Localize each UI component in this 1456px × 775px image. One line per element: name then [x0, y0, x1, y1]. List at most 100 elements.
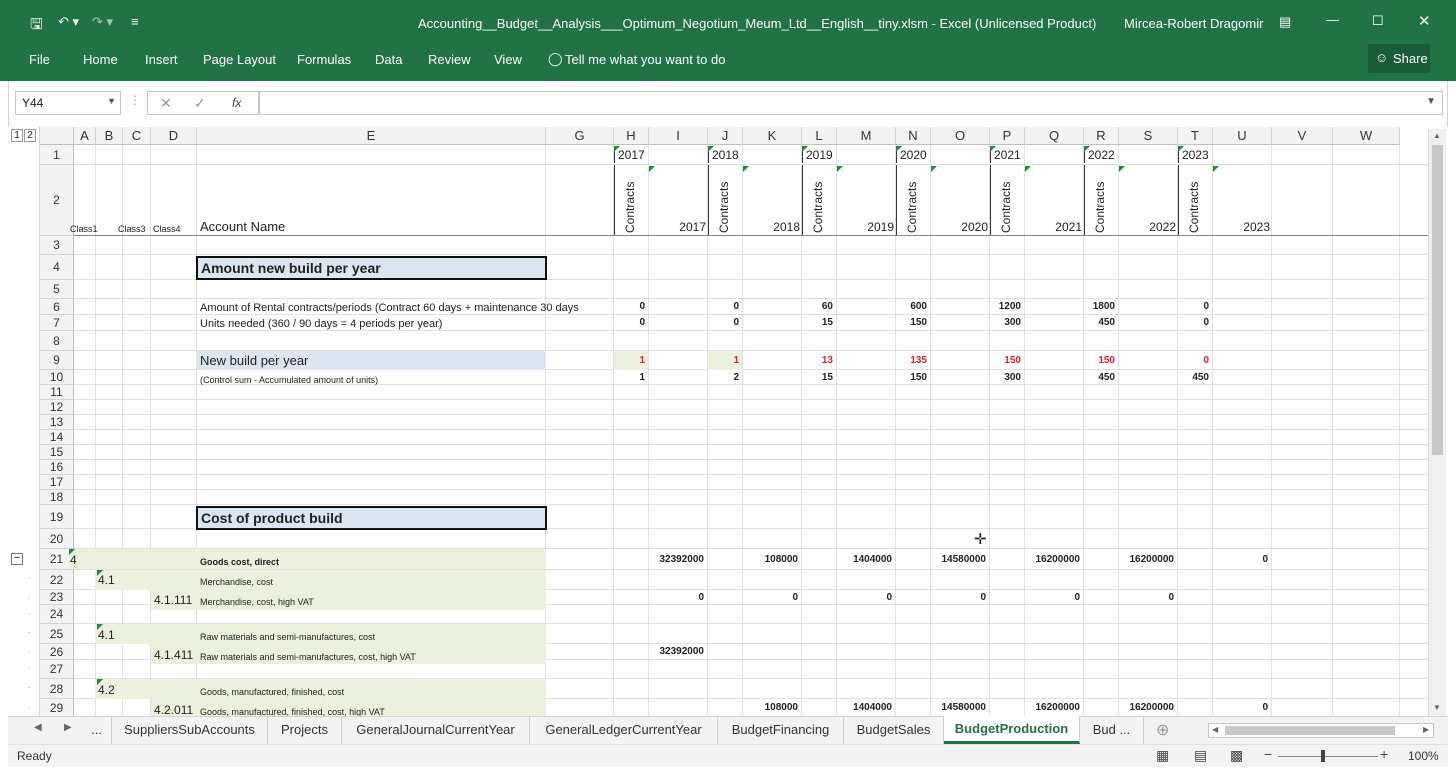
close-icon[interactable]: ✕ [1418, 12, 1431, 30]
function-icon[interactable]: fx [232, 96, 241, 110]
menu-review[interactable]: Review [428, 52, 471, 67]
value-cell[interactable]: 1404000 [837, 701, 892, 715]
value-cell[interactable]: 600 [896, 300, 927, 314]
value-cell[interactable]: 450 [1178, 371, 1209, 385]
value-cell[interactable]: 15 [802, 371, 833, 385]
value-cell[interactable]: 150 [896, 316, 927, 330]
column-header-S[interactable]: S [1119, 127, 1178, 145]
tab-general-ledger[interactable]: GeneralLedgerCurrentYear [530, 717, 718, 744]
select-all[interactable] [40, 127, 74, 145]
column-header-W[interactable]: W [1333, 127, 1400, 145]
value-cell[interactable]: 60 [802, 300, 833, 314]
value-cell[interactable]: 1 [708, 354, 739, 368]
row-header-26[interactable]: 26 [40, 644, 74, 660]
row-header-5[interactable]: 5 [40, 280, 74, 299]
value-cell[interactable]: 32392000 [649, 645, 705, 659]
row-header-2[interactable]: 2 [40, 165, 74, 236]
minimize-icon[interactable]: — [1326, 12, 1339, 27]
value-cell[interactable]: 0 [837, 591, 892, 605]
value-cell[interactable]: 108000 [743, 553, 798, 567]
column-header-I[interactable]: I [649, 127, 708, 145]
menu-page-layout[interactable]: Page Layout [203, 52, 276, 67]
value-cell[interactable]: 1 [614, 354, 645, 368]
tab-budget-financing[interactable]: BudgetFinancing [718, 717, 844, 744]
cancel-icon[interactable]: ✕ [160, 95, 172, 112]
row-header-17[interactable]: 17 [40, 475, 74, 490]
row-header-7[interactable]: 7 [40, 315, 74, 331]
value-cell[interactable]: 0 [649, 591, 704, 605]
scroll-right-icon[interactable]: ▶ [1423, 725, 1429, 734]
value-cell[interactable]: 300 [990, 316, 1021, 330]
row-header-13[interactable]: 13 [40, 415, 74, 430]
row-header-27[interactable]: 27 [40, 660, 74, 679]
tab-budget-sales[interactable]: BudgetSales [844, 717, 944, 744]
value-cell[interactable]: 150 [896, 371, 927, 385]
value-cell[interactable]: 150 [990, 354, 1021, 368]
value-cell[interactable]: 13 [802, 354, 833, 368]
redo-icon[interactable]: ↷ ▾ [92, 14, 113, 30]
value-cell[interactable]: 0 [614, 300, 645, 314]
column-header-B[interactable]: B [96, 127, 123, 145]
hscroll-thumb[interactable] [1225, 726, 1395, 735]
undo-icon[interactable]: ↶ ▾ [58, 14, 79, 30]
column-header-K[interactable]: K [743, 127, 802, 145]
outline-level-2[interactable]: 2 [24, 129, 36, 142]
row-header-22[interactable]: 22 [40, 570, 74, 590]
outline-level-1[interactable]: 1 [11, 129, 23, 142]
tell-me-search[interactable]: Tell me what you want to do [565, 52, 725, 67]
next-sheet-icon[interactable]: ▶ [64, 722, 72, 733]
tab-more-left[interactable]: ... [82, 717, 112, 744]
row-header-18[interactable]: 18 [40, 490, 74, 505]
column-header-A[interactable]: A [74, 127, 96, 145]
value-cell[interactable]: 0 [1213, 701, 1268, 715]
row-header-28[interactable]: 28 [40, 679, 74, 699]
value-cell[interactable]: 0 [1178, 354, 1209, 368]
value-cell[interactable]: 108000 [743, 701, 798, 715]
zoom-level[interactable]: 100% [1408, 749, 1439, 763]
spreadsheet-grid[interactable]: 1 2 − ABCDEGHIJKLMNOPQRSTUVW 1 2 3 4 5 6 7 8 9 10… [8, 127, 1448, 716]
value-cell[interactable]: 0 [1119, 591, 1174, 605]
column-header-R[interactable]: R [1084, 127, 1119, 145]
value-cell[interactable]: 450 [1084, 371, 1115, 385]
zoom-slider[interactable] [1278, 756, 1378, 757]
row-header-15[interactable]: 15 [40, 445, 74, 460]
value-cell[interactable]: 16200000 [1119, 701, 1175, 715]
value-cell[interactable]: 450 [1084, 316, 1115, 330]
column-header-C[interactable]: C [123, 127, 151, 145]
value-cell[interactable]: 14580000 [931, 701, 987, 715]
zoom-out-icon[interactable]: − [1264, 746, 1272, 762]
share-button[interactable]: ☺ Share [1368, 44, 1430, 73]
customize-qat-icon[interactable]: ≡ [131, 14, 139, 29]
scroll-left-icon[interactable]: ◀ [1212, 725, 1218, 734]
menu-formulas[interactable]: Formulas [297, 52, 351, 67]
column-header-V[interactable]: V [1272, 127, 1333, 145]
vertical-scrollbar[interactable]: ▲ ▼ [1428, 129, 1446, 716]
row-header-29[interactable]: 29 [40, 699, 74, 716]
tab-budget-production[interactable]: BudgetProduction [944, 716, 1080, 744]
tab-suppliers[interactable]: SuppliersSubAccounts [112, 717, 268, 744]
value-cell[interactable]: 32392000 [649, 553, 705, 567]
row-header-6[interactable]: 6 [40, 299, 74, 315]
scroll-thumb[interactable] [1432, 145, 1443, 455]
zoom-in-icon[interactable]: + [1380, 746, 1388, 762]
name-box[interactable]: Y44 ▼ [15, 91, 121, 115]
value-cell[interactable]: 16200000 [1025, 553, 1081, 567]
value-cell[interactable]: 14580000 [931, 553, 987, 567]
column-header-E[interactable]: E [197, 127, 546, 145]
value-cell[interactable]: 1 [614, 371, 645, 385]
column-header-M[interactable]: M [837, 127, 896, 145]
column-header-G[interactable]: G [546, 127, 614, 145]
column-header-O[interactable]: O [931, 127, 990, 145]
column-header-D[interactable]: D [151, 127, 197, 145]
row-header-23[interactable]: 23 [40, 590, 74, 605]
value-cell[interactable]: 1200 [990, 300, 1021, 314]
add-sheet-icon[interactable]: ⊕ [1156, 720, 1169, 740]
chevron-down-icon[interactable]: ▼ [107, 96, 116, 106]
value-cell[interactable]: 16200000 [1025, 701, 1081, 715]
user-name[interactable]: Mircea-Robert Dragomir [1124, 16, 1263, 31]
row-header-9[interactable]: 9 [40, 351, 74, 370]
tab-budget-more[interactable]: Bud ... [1080, 717, 1144, 744]
value-cell[interactable]: 15 [802, 316, 833, 330]
maximize-icon[interactable]: ☐ [1372, 13, 1384, 29]
page-layout-icon[interactable]: ▤ [1194, 747, 1207, 764]
